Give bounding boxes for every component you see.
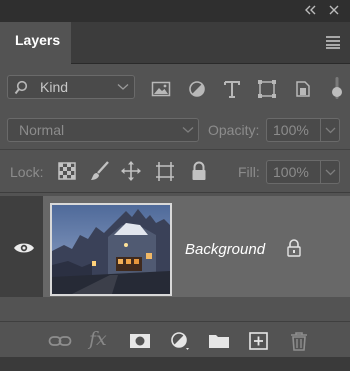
adjustment-layer-icon[interactable] (168, 331, 192, 351)
fill-label: Fill: (238, 164, 260, 180)
new-group-icon[interactable] (207, 331, 231, 351)
tab-layers-label: Layers (15, 32, 61, 48)
filter-row: Kind (0, 64, 350, 112)
opacity-dropdown-button[interactable] (320, 118, 340, 142)
collapse-panel-icon[interactable] (303, 3, 319, 17)
opacity-label: Opacity: (208, 122, 260, 138)
filter-kind-select[interactable]: Kind (7, 75, 135, 99)
opacity-field[interactable]: 100% (266, 118, 320, 142)
adjustment-filter-icon[interactable] (186, 79, 208, 99)
image-filter-icon[interactable] (150, 79, 172, 99)
type-filter-icon[interactable] (221, 79, 243, 99)
chevron-down-icon (325, 127, 336, 134)
panel-footer: fx (0, 321, 350, 357)
layers-panel: Layers Kind Normal Opacity: 100% Lock: F… (0, 0, 350, 371)
search-icon (14, 80, 28, 95)
chevron-down-icon (117, 84, 129, 90)
tab-row: Layers (0, 22, 350, 64)
layer-name: Background (185, 241, 266, 258)
smart-object-filter-icon[interactable] (292, 79, 314, 99)
lock-all-icon[interactable] (187, 160, 211, 182)
shape-filter-icon[interactable] (256, 79, 278, 99)
filter-toggle-switch[interactable] (331, 76, 343, 100)
chevron-down-icon (182, 127, 194, 133)
fill-value: 100% (273, 164, 309, 180)
lock-artboard-icon[interactable] (153, 160, 177, 182)
lock-row: Lock: Fill: 100% (0, 150, 350, 193)
lock-transparent-pixels-icon[interactable] (55, 160, 79, 182)
blend-mode-select[interactable]: Normal (7, 118, 199, 142)
panel-bottom-strip (0, 357, 350, 371)
layers-empty-area (0, 297, 350, 321)
layer-thumbnail-image (52, 205, 170, 294)
layer-thumbnail (50, 203, 172, 296)
kind-label: Kind (40, 79, 69, 95)
panel-top-strip (0, 0, 350, 22)
layer-row-background[interactable]: Background (0, 196, 350, 297)
fill-dropdown-button[interactable] (320, 160, 340, 184)
layers-list: Background (0, 193, 350, 321)
link-layers-icon[interactable] (48, 331, 72, 351)
close-panel-icon[interactable] (326, 3, 342, 17)
add-mask-icon[interactable] (128, 331, 152, 351)
fx-icon[interactable]: fx (89, 328, 107, 350)
opacity-value: 100% (273, 122, 309, 138)
tab-layers[interactable]: Layers (0, 22, 71, 64)
lock-label: Lock: (10, 164, 44, 180)
new-layer-icon[interactable] (247, 331, 271, 351)
chevron-down-icon (325, 169, 336, 176)
visibility-eye-icon[interactable] (13, 242, 35, 254)
lock-image-pixels-icon[interactable] (88, 160, 112, 182)
blend-row: Normal Opacity: 100% (0, 112, 350, 150)
blend-mode-value: Normal (19, 122, 65, 138)
panel-menu-icon[interactable] (324, 35, 342, 49)
lock-position-icon[interactable] (119, 160, 143, 182)
fill-field[interactable]: 100% (266, 160, 320, 184)
delete-layer-icon[interactable] (287, 331, 311, 351)
layer-lock-icon[interactable] (287, 239, 301, 257)
